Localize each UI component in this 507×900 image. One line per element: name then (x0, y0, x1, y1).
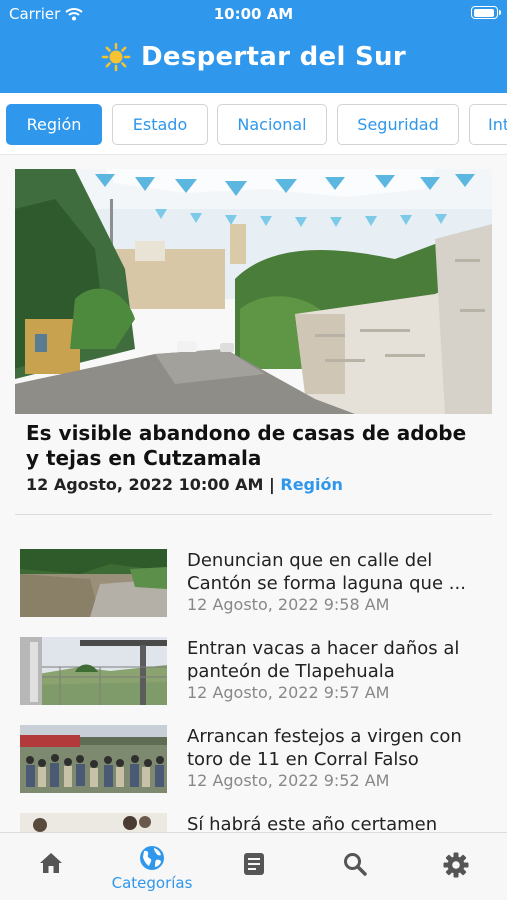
document-icon (244, 853, 264, 875)
tab-internacional[interactable]: Int (469, 104, 507, 145)
list-item[interactable]: Arrancan festejos a virgen con toro de 1… (20, 725, 490, 795)
meta-separator: | (263, 475, 281, 494)
section-divider (15, 514, 492, 515)
tab-nacional[interactable]: Nacional (217, 104, 327, 145)
status-time: 10:00 AM (213, 5, 294, 23)
tab-categories-label: Categorías (111, 874, 193, 892)
news-feed: Es visible abandono de casas de adobe y … (0, 155, 507, 832)
gear-icon (443, 852, 469, 878)
article-title: Entran vacas a hacer daños al panteón de… (187, 638, 460, 682)
tab-region[interactable]: Región (6, 104, 102, 145)
battery-icon (471, 6, 501, 19)
list-item[interactable]: Entran vacas a hacer daños al panteón de… (20, 637, 490, 707)
article-date: 12 Agosto, 2022 9:58 AM (187, 595, 390, 614)
app-title: Despertar del Sur (141, 42, 406, 72)
article-date: 12 Agosto, 2022 9:52 AM (187, 771, 390, 790)
article-thumbnail (20, 637, 167, 705)
article-thumbnail (20, 725, 167, 793)
article-thumbnail (20, 549, 167, 617)
home-icon (40, 853, 62, 873)
tab-seguridad[interactable]: Seguridad (337, 104, 459, 145)
bottom-tab-bar: Categorías (0, 832, 507, 900)
featured-article-meta: 12 Agosto, 2022 10:00 AM | Región (26, 475, 343, 494)
app-title-bar: Despertar del Sur (0, 42, 507, 72)
featured-article-title[interactable]: Es visible abandono de casas de adobe y … (26, 421, 486, 471)
globe-icon (140, 846, 164, 870)
sun-icon (101, 42, 131, 72)
tab-categories[interactable]: Categorías (112, 833, 192, 900)
search-icon (344, 853, 367, 876)
article-title: Sí habrá este año certamen (187, 814, 438, 832)
article-title: Denuncian que en calle del Cantón se for… (187, 550, 466, 594)
category-tabs: Región Estado Nacional Seguridad Int (0, 93, 507, 155)
article-date: 12 Agosto, 2022 9:57 AM (187, 683, 390, 702)
article-title: Arrancan festejos a virgen con toro de 1… (187, 726, 462, 770)
featured-article-date: 12 Agosto, 2022 10:00 AM (26, 475, 264, 494)
tab-settings[interactable] (416, 833, 496, 900)
list-item[interactable]: Sí habrá este año certamen (20, 813, 490, 832)
tab-estado[interactable]: Estado (112, 104, 208, 145)
status-bar: Carrier 10:00 AM (0, 5, 507, 25)
tab-search[interactable] (315, 833, 395, 900)
featured-image[interactable] (15, 169, 492, 414)
app-header: Carrier 10:00 AM Despertar del Sur (0, 0, 507, 93)
article-thumbnail (20, 813, 167, 832)
tab-articles[interactable] (214, 833, 294, 900)
tab-home[interactable] (11, 833, 91, 900)
list-item[interactable]: Denuncian que en calle del Cantón se for… (20, 549, 490, 619)
featured-article-category[interactable]: Región (280, 475, 343, 494)
